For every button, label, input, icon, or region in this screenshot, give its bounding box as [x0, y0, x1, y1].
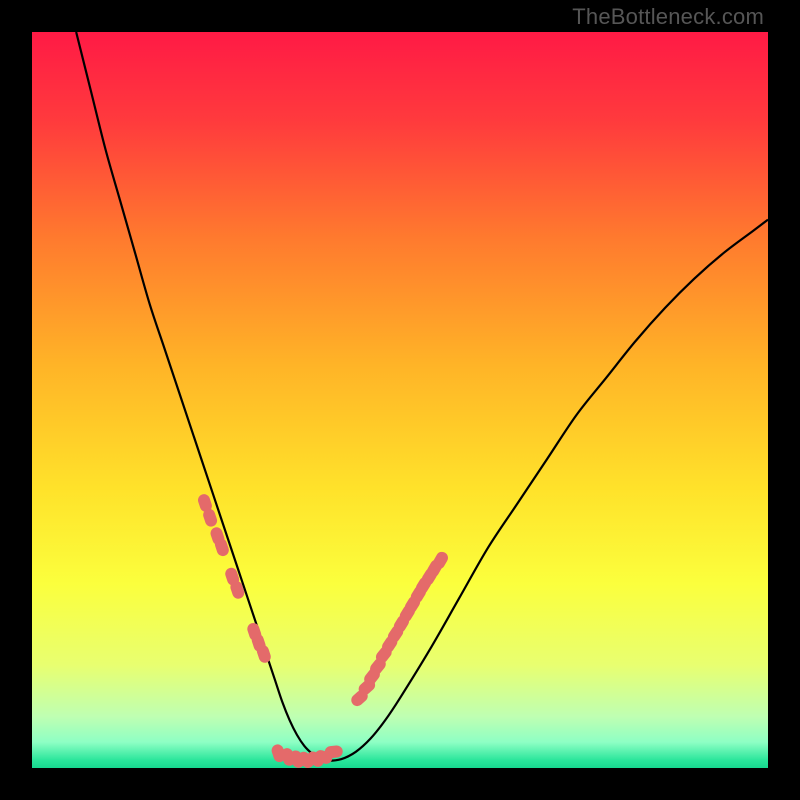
watermark-text: TheBottleneck.com [572, 4, 764, 30]
chart-frame [32, 32, 768, 768]
chart-canvas [32, 32, 768, 768]
gradient-background [32, 32, 768, 768]
